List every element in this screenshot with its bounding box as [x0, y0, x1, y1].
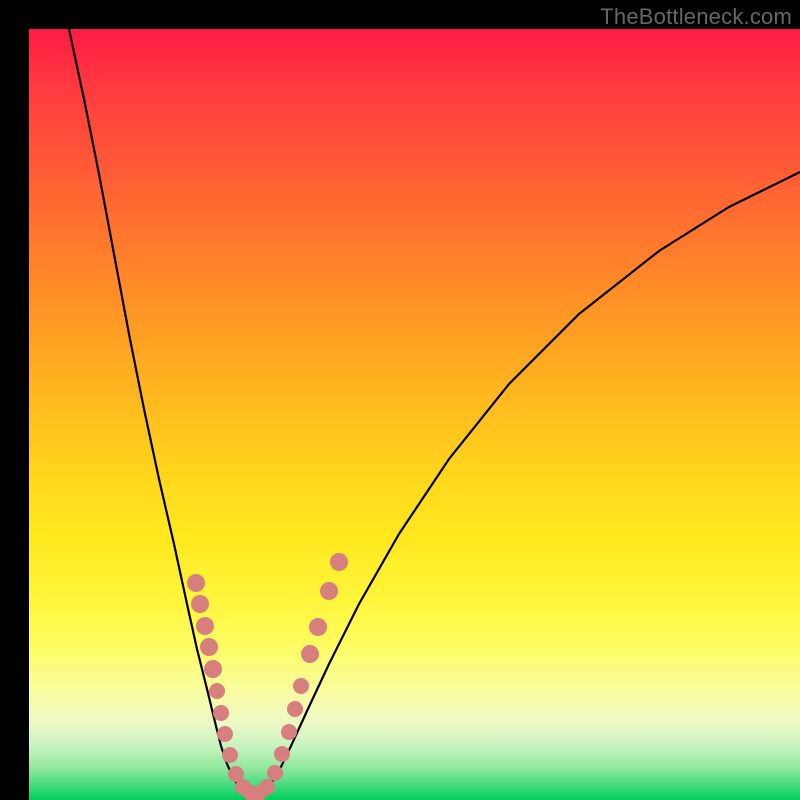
data-marker — [187, 574, 205, 592]
data-marker — [200, 638, 218, 656]
data-marker — [222, 747, 238, 763]
data-marker — [330, 553, 348, 571]
plot-area — [29, 29, 800, 800]
data-marker — [281, 724, 297, 740]
chart-svg — [29, 29, 800, 800]
chart-frame: TheBottleneck.com — [0, 0, 800, 800]
data-marker — [213, 705, 229, 721]
bottleneck-curve — [69, 29, 800, 796]
data-marker — [274, 746, 290, 762]
data-marker — [217, 726, 233, 742]
watermark-text: TheBottleneck.com — [600, 4, 792, 30]
data-marker — [301, 645, 319, 663]
data-marker — [209, 683, 225, 699]
data-marker — [293, 678, 309, 694]
data-marker — [259, 779, 275, 795]
data-marker — [196, 617, 214, 635]
data-marker — [267, 765, 283, 781]
data-marker — [309, 618, 327, 636]
data-marker — [191, 595, 209, 613]
data-marker — [320, 582, 338, 600]
data-marker — [204, 660, 222, 678]
data-marker — [287, 701, 303, 717]
